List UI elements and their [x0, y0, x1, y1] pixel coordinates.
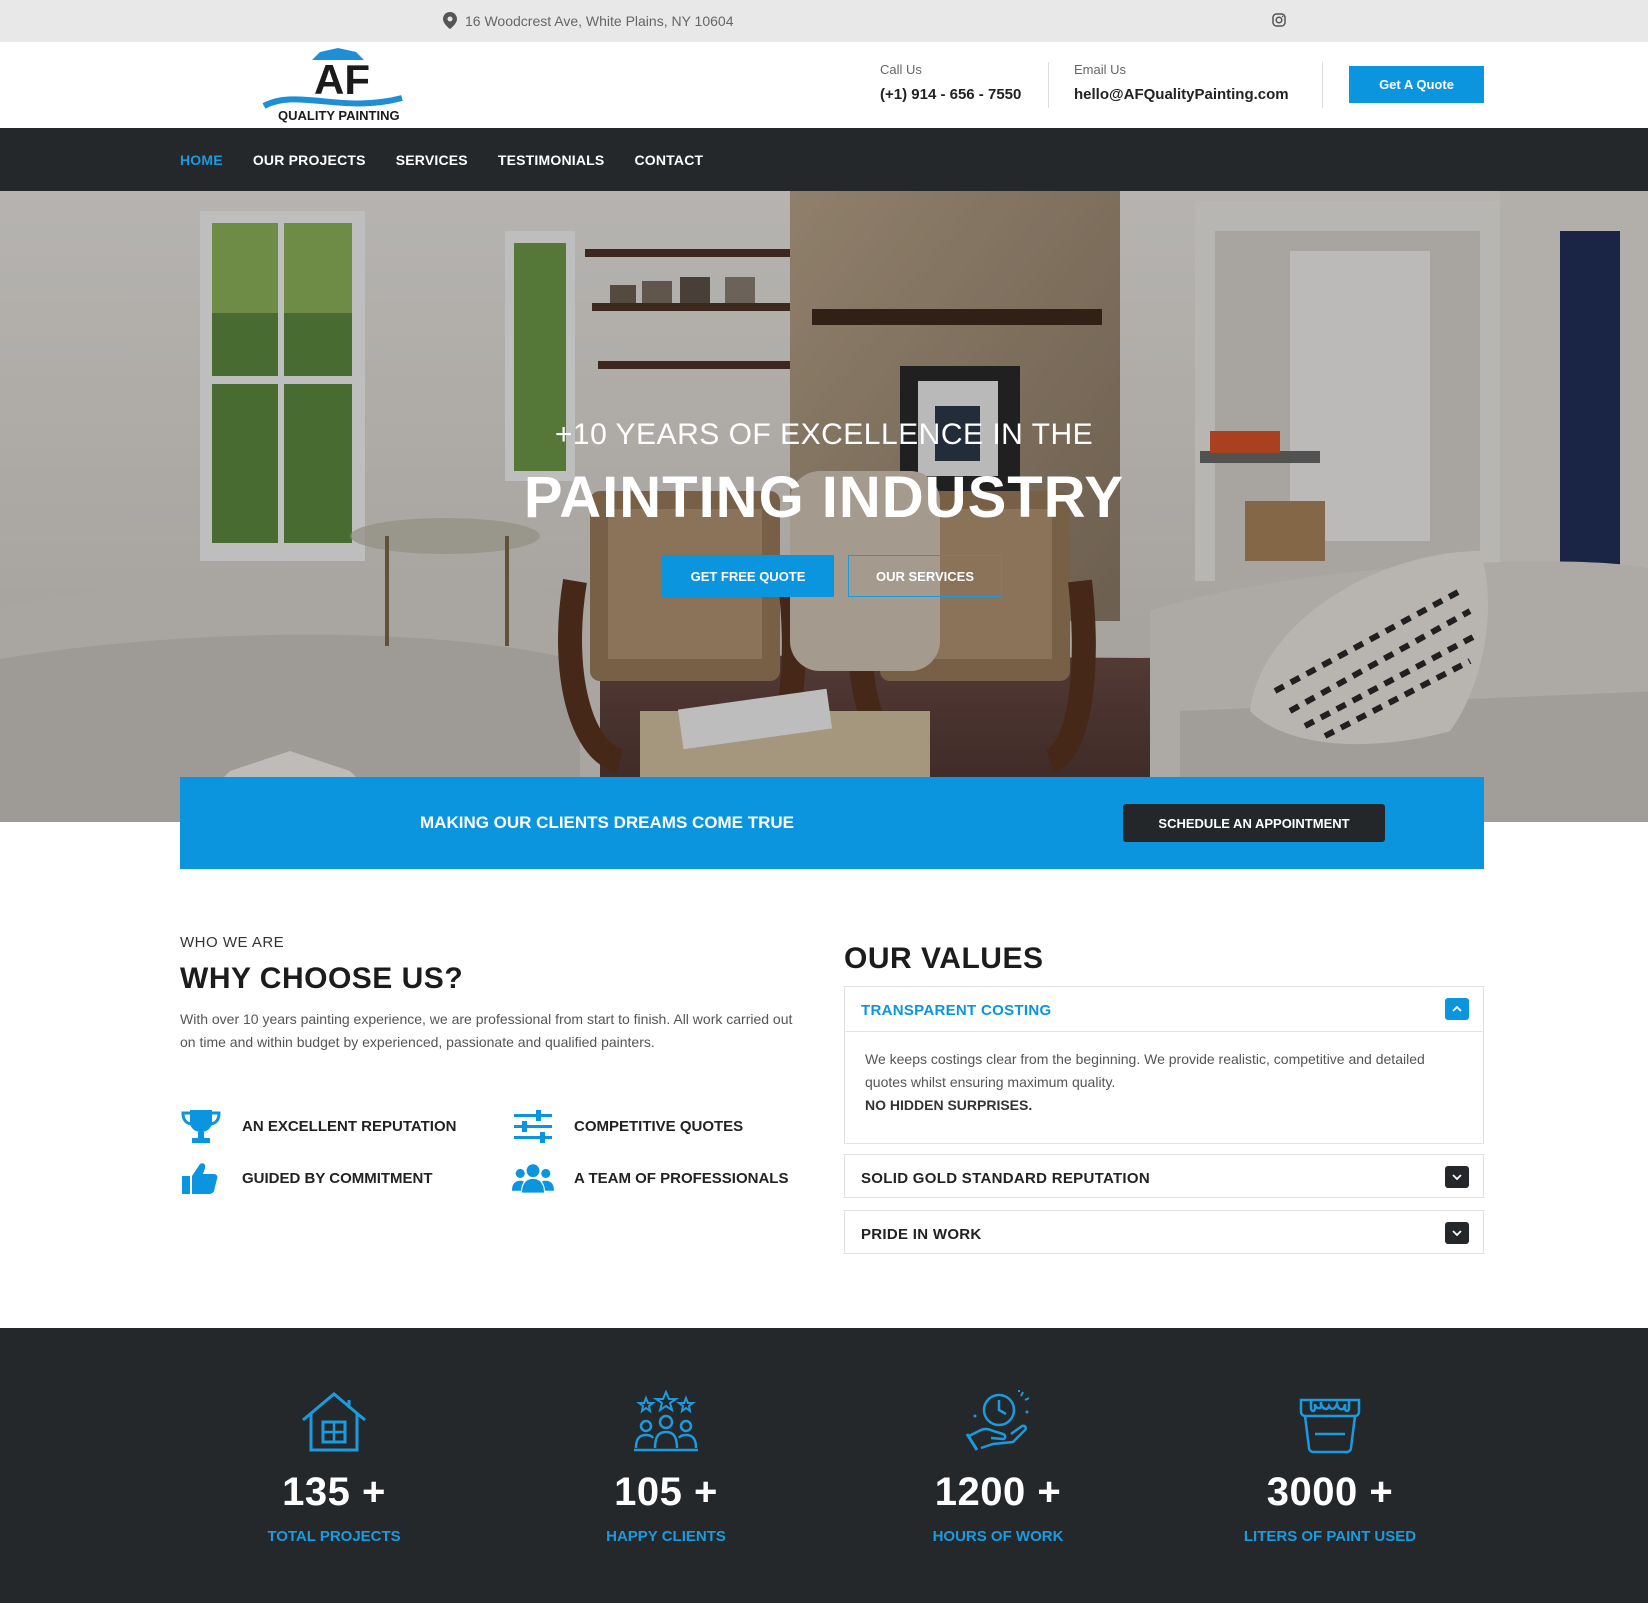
svg-text:QUALITY PAINTING: QUALITY PAINTING [278, 108, 400, 123]
accordion-header[interactable]: PRIDE IN WORK [845, 1211, 1483, 1255]
call-us-block: Call Us (+1) 914 - 656 - 7550 [880, 62, 1021, 103]
accordion-item-solid-gold-reputation: SOLID GOLD STANDARD REPUTATION [844, 1154, 1484, 1198]
cta-banner: MAKING OUR CLIENTS DREAMS COME TRUE SCHE… [180, 777, 1484, 869]
banner-text: MAKING OUR CLIENTS DREAMS COME TRUE [420, 813, 794, 832]
feature-excellent-reputation: AN EXCELLENT REPUTATION [180, 1108, 456, 1144]
site-header: AF QUALITY PAINTING Call Us (+1) 914 - 6… [0, 42, 1648, 128]
accordion-item-transparent-costing: TRANSPARENT COSTING We keeps costings cl… [844, 986, 1484, 1144]
main-navigation: HOME OUR PROJECTS SERVICES TESTIMONIALS … [0, 128, 1648, 191]
accordion-header[interactable]: TRANSPARENT COSTING [845, 987, 1483, 1031]
house-icon [302, 1392, 366, 1452]
stat-number: 1200 + [934, 1470, 1062, 1514]
divider [1048, 62, 1049, 108]
accordion-body: We keeps costings clear from the beginni… [845, 1031, 1483, 1133]
hero-title: PAINTING INDUSTRY [523, 465, 1125, 530]
feature-label: AN EXCELLENT REPUTATION [242, 1117, 457, 1135]
nav-item-home[interactable]: HOME [180, 152, 223, 168]
email-address[interactable]: hello@AFQualityPainting.com [1074, 86, 1289, 103]
schedule-appointment-button[interactable]: SCHEDULE AN APPOINTMENT [1123, 804, 1385, 842]
accordion-title: TRANSPARENT COSTING [861, 1002, 1052, 1019]
stat-label: LITERS OF PAINT USED [1243, 1528, 1417, 1545]
thumbs-up-icon [182, 1163, 218, 1194]
map-pin-icon [443, 12, 457, 29]
email-us-label: Email Us [1074, 62, 1127, 77]
stat-number: 3000 + [1266, 1470, 1394, 1514]
accordion-title: SOLID GOLD STANDARD REPUTATION [861, 1170, 1150, 1187]
stat-label: HAPPY CLIENTS [606, 1528, 726, 1545]
get-free-quote-button[interactable]: GET FREE QUOTE [662, 555, 834, 597]
address-text: 16 Woodcrest Ave, White Plains, NY 10604 [465, 12, 734, 29]
feature-label: GUIDED BY COMMITMENT [242, 1169, 433, 1187]
svg-text:AF: AF [314, 56, 370, 103]
accordion-body-text: We keeps costings clear from the beginni… [865, 1051, 1425, 1090]
why-choose-us-text: With over 10 years painting experience, … [180, 1011, 793, 1050]
address: 16 Woodcrest Ave, White Plains, NY 10604 [443, 12, 734, 29]
chevron-down-icon[interactable] [1445, 1222, 1469, 1244]
get-a-quote-button[interactable]: Get A Quote [1349, 66, 1484, 103]
hero-subtitle: +10 YEARS OF EXCELLENCE IN THE [554, 418, 1094, 451]
stat-label: TOTAL PROJECTS [267, 1528, 401, 1545]
chevron-up-icon[interactable] [1445, 998, 1469, 1020]
company-logo[interactable]: AF QUALITY PAINTING [262, 48, 412, 124]
nav-item-services[interactable]: SERVICES [396, 152, 468, 168]
stat-number: 135 + [282, 1470, 386, 1514]
divider [1322, 62, 1323, 108]
accordion-item-pride-in-work: PRIDE IN WORK [844, 1210, 1484, 1254]
users-icon [512, 1164, 554, 1193]
stat-number: 105 + [614, 1470, 718, 1514]
accordion-title: PRIDE IN WORK [861, 1226, 982, 1243]
phone-number[interactable]: (+1) 914 - 656 - 7550 [880, 86, 1021, 103]
feature-label: COMPETITIVE QUOTES [574, 1117, 744, 1135]
nav-item-contact[interactable]: CONTACT [634, 152, 703, 168]
feature-competitive-quotes: COMPETITIVE QUOTES [512, 1108, 743, 1144]
happy-clients-icon [634, 1390, 698, 1452]
trophy-icon [181, 1110, 221, 1143]
stats-section: 135 + TOTAL PROJECTS 105 + HAPPY CLIENTS… [0, 1328, 1648, 1603]
hours-clock-icon [965, 1390, 1030, 1451]
feature-guided-by-commitment: GUIDED BY COMMITMENT [180, 1160, 433, 1196]
accordion-emphasis: NO HIDDEN SURPRISES. [865, 1097, 1033, 1113]
sliders-icon [514, 1110, 552, 1143]
our-values-heading: OUR VALUES [844, 942, 1044, 975]
nav-item-our-projects[interactable]: OUR PROJECTS [253, 152, 366, 168]
instagram-icon[interactable] [1272, 13, 1286, 27]
call-us-label: Call Us [880, 62, 922, 77]
our-services-button[interactable]: OUR SERVICES [848, 555, 1002, 597]
paint-bucket-icon [1299, 1398, 1361, 1454]
nav-item-testimonials[interactable]: TESTIMONIALS [498, 152, 605, 168]
email-us-block: Email Us hello@AFQualityPainting.com [1074, 62, 1289, 103]
why-choose-us-heading: WHY CHOOSE US? [180, 962, 464, 995]
hero-section: AF QUALITY PAINTING +10 YEARS OF EXCELLE… [0, 191, 1648, 822]
top-bar: 16 Woodcrest Ave, White Plains, NY 10604 [0, 0, 1648, 42]
stat-label: HOURS OF WORK [932, 1528, 1064, 1545]
section-kicker: WHO WE ARE [180, 934, 285, 951]
feature-team-of-professionals: A TEAM OF PROFESSIONALS [512, 1160, 788, 1196]
chevron-down-icon[interactable] [1445, 1166, 1469, 1188]
accordion-header[interactable]: SOLID GOLD STANDARD REPUTATION [845, 1155, 1483, 1199]
feature-label: A TEAM OF PROFESSIONALS [574, 1169, 789, 1187]
